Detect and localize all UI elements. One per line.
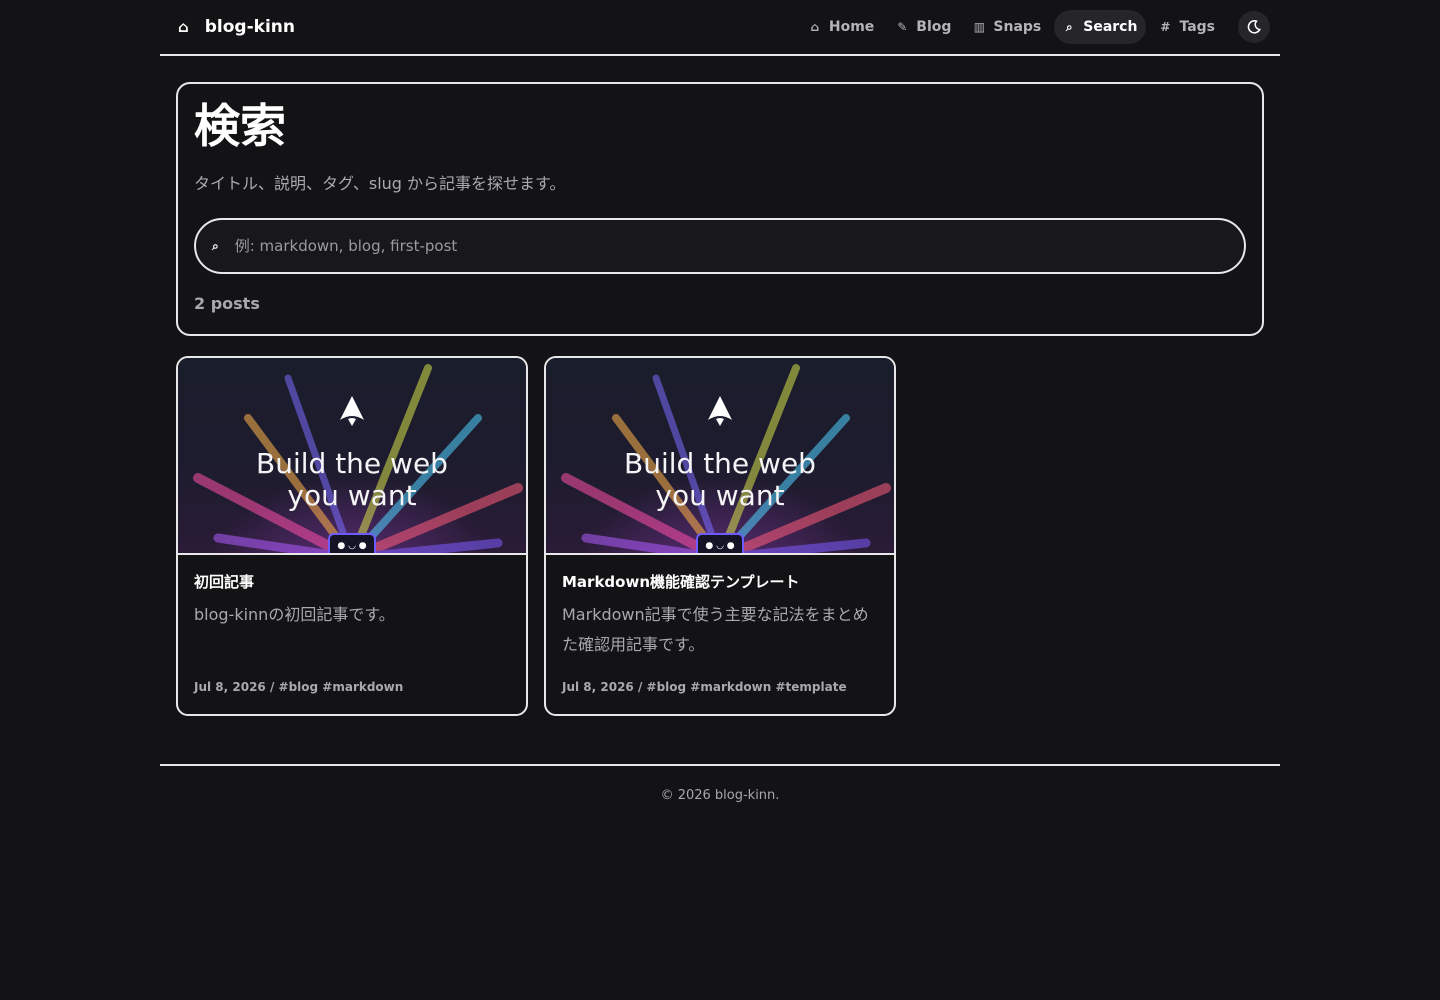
theme-toggle-button[interactable]: [1238, 11, 1270, 43]
nav-snaps[interactable]: ▥ Snaps: [964, 10, 1050, 44]
thumbnail-caption: Build the web you want: [546, 448, 894, 512]
brand-name: blog-kinn: [204, 17, 295, 37]
post-card-body: 初回記事 blog-kinnの初回記事です。 Jul 8, 2026 / #bl…: [178, 555, 526, 714]
post-card[interactable]: Build the web you want ● ◡ ● 初回記事 blog-k…: [176, 356, 528, 716]
post-title[interactable]: 初回記事: [194, 571, 510, 592]
search-panel: 検索 タイトル、説明、タグ、slug から記事を探せます。 ⌕ 2 posts: [176, 82, 1264, 336]
thumbnail-caption-line: Build the web: [624, 447, 816, 480]
post-meta: Jul 8, 2026 / #blog #markdown #template: [562, 680, 847, 694]
nav-search-label: Search: [1083, 19, 1138, 35]
page: ⌂ blog-kinn ⌂ Home ✎ Blog ▥ Snaps ⌕ Sear…: [160, 0, 1280, 803]
site-header: ⌂ blog-kinn ⌂ Home ✎ Blog ▥ Snaps ⌕ Sear…: [160, 0, 1280, 56]
brand-link[interactable]: ⌂ blog-kinn: [178, 17, 295, 37]
hash-icon: #: [1160, 20, 1171, 34]
post-thumbnail: Build the web you want ● ◡ ●: [178, 358, 526, 555]
nav-home-label: Home: [828, 19, 875, 35]
post-card-body: Markdown機能確認テンプレート Markdown記事で使う主要な記法をまと…: [546, 555, 894, 714]
pen-icon: ✎: [897, 20, 908, 34]
result-count: 2 posts: [194, 294, 260, 313]
search-input[interactable]: [232, 236, 1228, 256]
thumbnail-caption: Build the web you want: [178, 448, 526, 512]
astro-logo-icon: [708, 396, 732, 426]
post-card[interactable]: Build the web you want ● ◡ ● Markdown機能確…: [544, 356, 896, 716]
thumbnail-caption-line: Build the web: [256, 447, 448, 480]
search-icon: ⌕: [1065, 19, 1073, 34]
columns-icon: ▥: [973, 20, 986, 34]
main-nav: ⌂ Home ✎ Blog ▥ Snaps ⌕ Search # Tags: [800, 10, 1270, 44]
moon-icon: [1247, 20, 1261, 34]
nav-search[interactable]: ⌕ Search: [1054, 10, 1147, 44]
footer-divider: [160, 764, 1280, 766]
page-description: タイトル、説明、タグ、slug から記事を探せます。: [194, 174, 566, 193]
post-description: blog-kinnの初回記事です。: [194, 605, 395, 624]
nav-home[interactable]: ⌂ Home: [800, 10, 883, 44]
site-footer: © 2026 blog-kinn.: [160, 788, 1280, 803]
post-list: Build the web you want ● ◡ ● 初回記事 blog-k…: [176, 356, 1264, 716]
home-icon: ⌂: [810, 20, 820, 34]
nav-tags-label: Tags: [1179, 19, 1215, 35]
thumbnail-caption-line: you want: [287, 479, 417, 512]
search-icon: ⌕: [212, 238, 219, 253]
search-field: ⌕: [194, 218, 1246, 274]
page-title: 検索: [194, 99, 286, 153]
post-title[interactable]: Markdown機能確認テンプレート: [562, 571, 878, 592]
thumbnail-caption-line: you want: [655, 479, 785, 512]
nav-snaps-label: Snaps: [993, 19, 1042, 35]
nav-tags[interactable]: # Tags: [1150, 10, 1224, 44]
copyright-text: © 2026 blog-kinn.: [660, 788, 780, 803]
post-description: Markdown記事で使う主要な記法をまとめた確認用記事です。: [562, 605, 869, 654]
nav-blog-label: Blog: [916, 19, 952, 35]
home-icon: ⌂: [178, 18, 189, 36]
astro-logo-icon: [340, 396, 364, 426]
post-meta: Jul 8, 2026 / #blog #markdown: [194, 680, 404, 694]
post-thumbnail: Build the web you want ● ◡ ●: [546, 358, 894, 555]
mascot-face-icon: ● ◡ ●: [328, 533, 376, 553]
nav-blog[interactable]: ✎ Blog: [887, 10, 960, 44]
mascot-face-icon: ● ◡ ●: [696, 533, 744, 553]
